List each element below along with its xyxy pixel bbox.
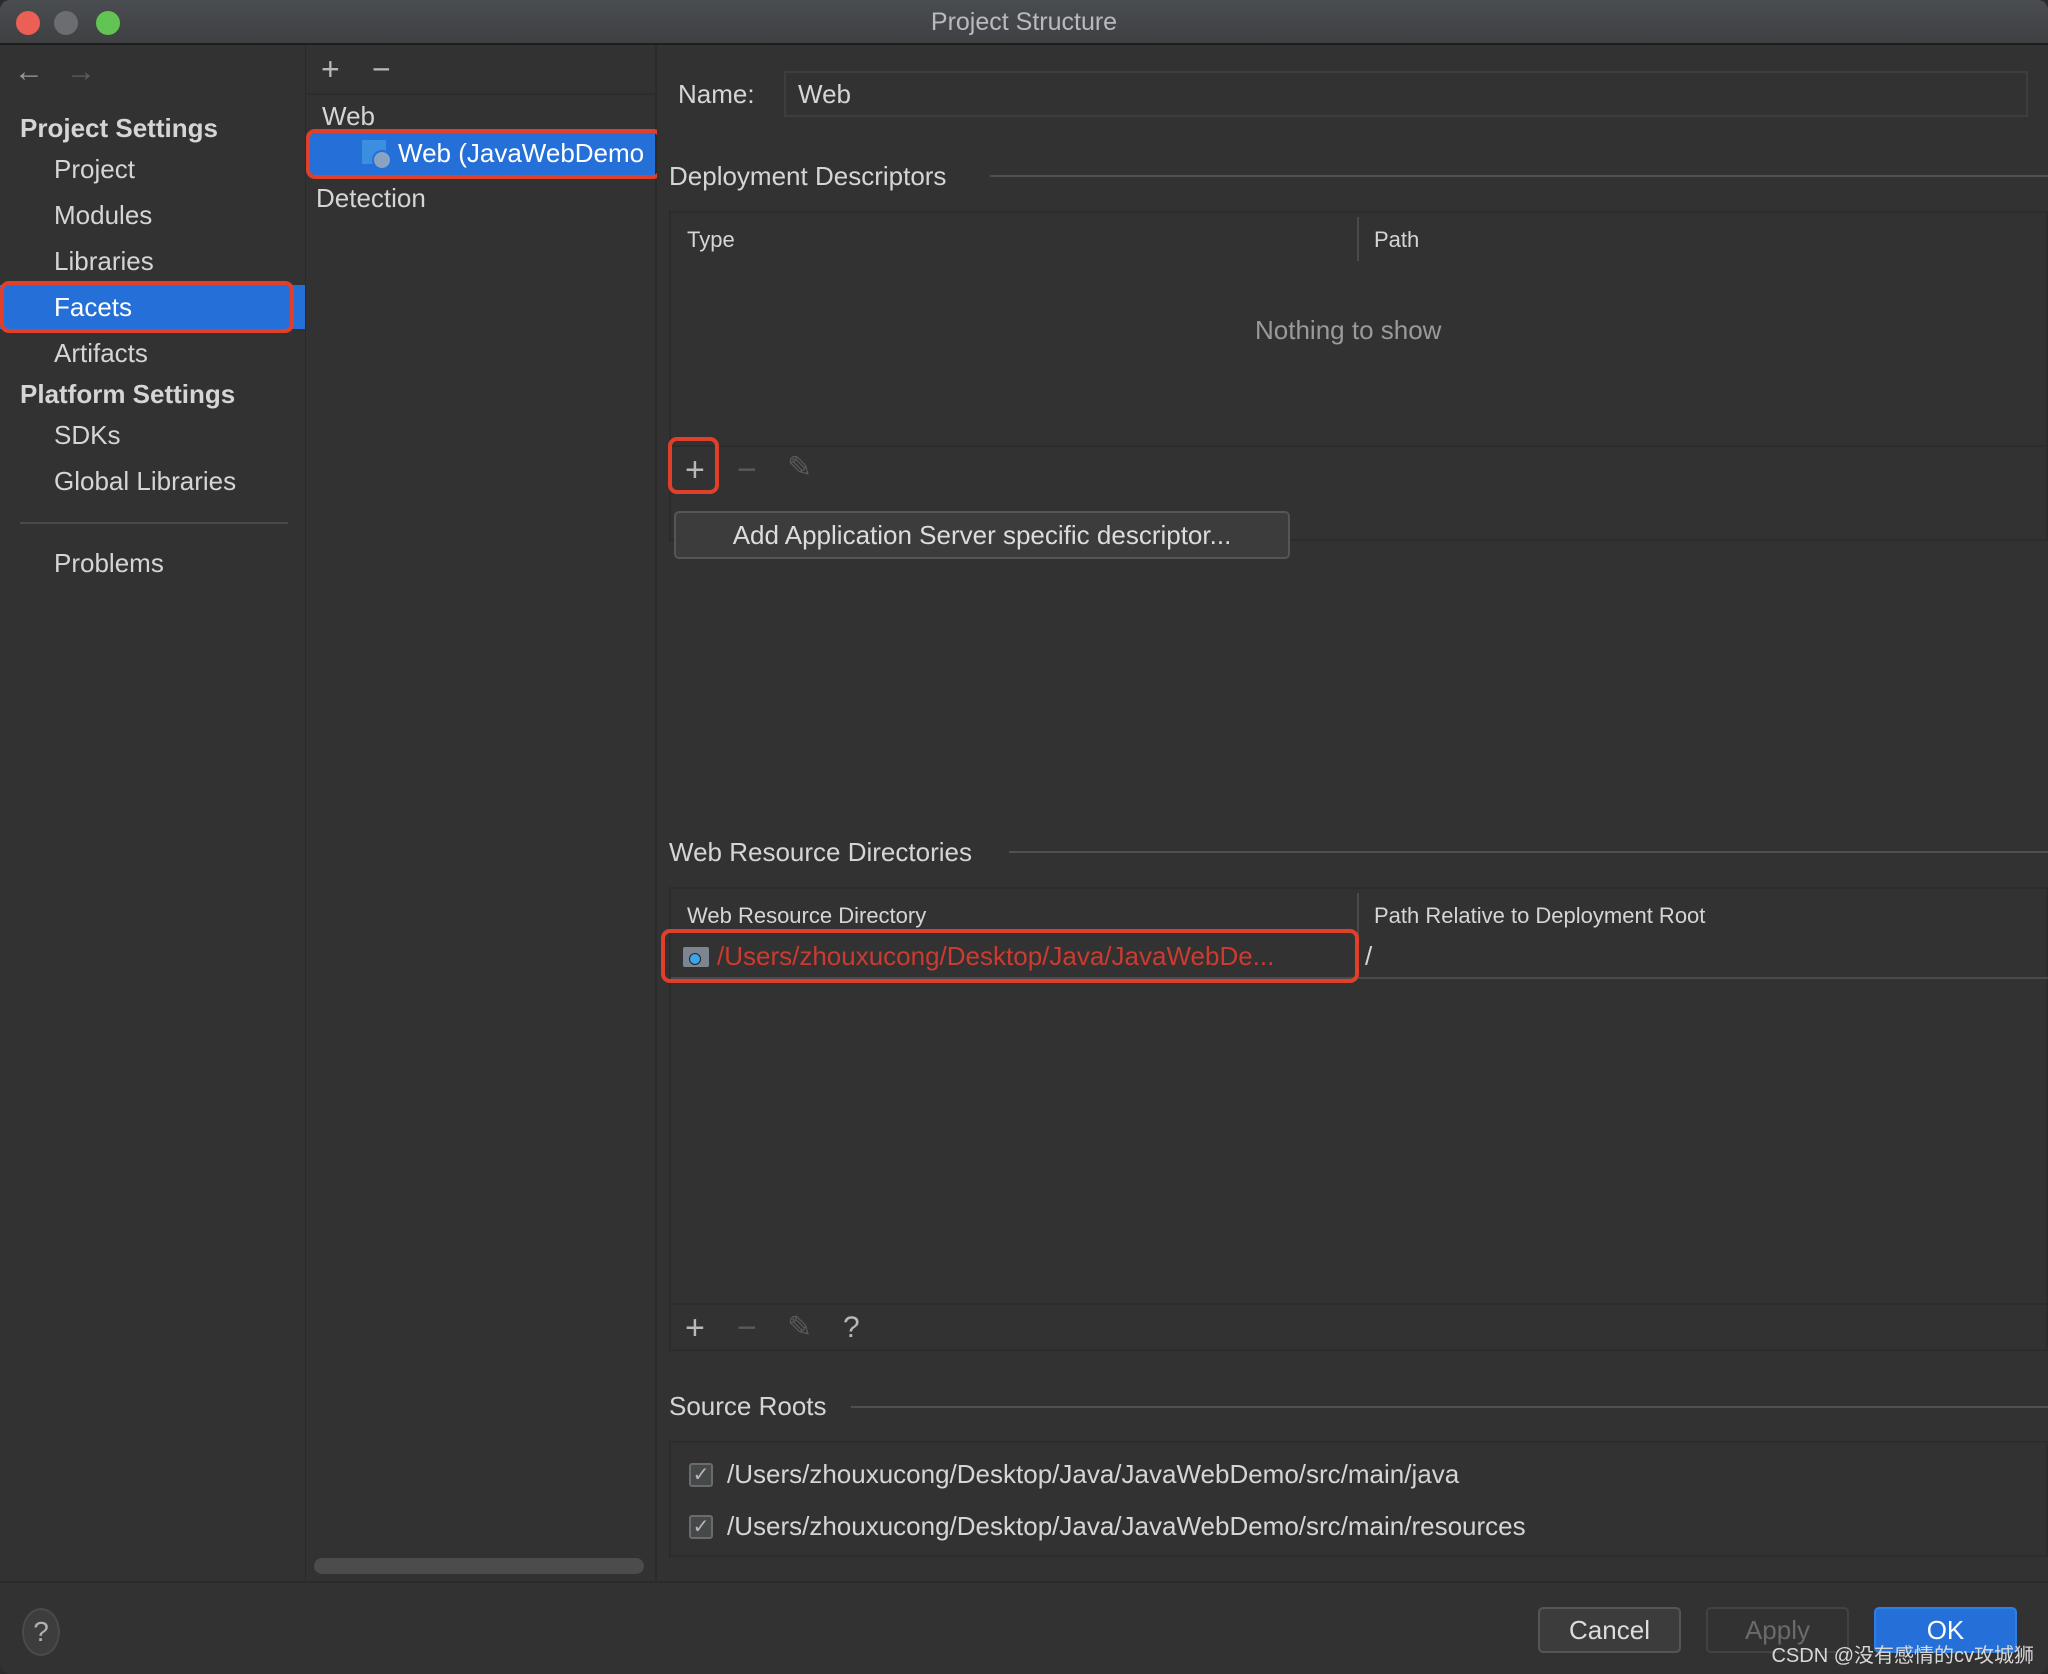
tree-node-web-javawebdemo[interactable]: Web (JavaWebDemo bbox=[310, 132, 655, 175]
add-web-resource-button[interactable]: + bbox=[685, 1311, 705, 1345]
sidebar-item-label: Modules bbox=[54, 200, 153, 230]
facets-toolbar: + − bbox=[306, 45, 655, 95]
web-resource-directories-table: Web Resource Directory Path Relative to … bbox=[669, 887, 2048, 1351]
add-facet-button[interactable]: + bbox=[321, 53, 340, 85]
tree-node-label: Web (JavaWebDemo bbox=[398, 138, 645, 168]
sidebar-item-modules[interactable]: Modules bbox=[0, 193, 300, 237]
facets-tree-panel: + − Web Web (JavaWebDemo Detection bbox=[306, 45, 662, 1581]
sidebar-item-facets[interactable]: Facets bbox=[0, 285, 292, 329]
empty-table-text: Nothing to show bbox=[1255, 315, 1442, 345]
dialog-footer: ? Cancel Apply OK CSDN @没有感情的cv攻城狮 bbox=[0, 1581, 2048, 1674]
web-resources-toolbar: + − ✎ ? bbox=[671, 1303, 2048, 1353]
deployment-toolbar: + − ✎ bbox=[671, 445, 2048, 497]
arrow-right-icon[interactable]: → bbox=[66, 55, 96, 89]
deployment-descriptors-table: Type Path Nothing to show + − ✎ bbox=[669, 211, 2048, 541]
web-resource-directories-heading: Web Resource Directories bbox=[669, 837, 972, 867]
name-label: Name: bbox=[678, 79, 755, 109]
source-root-checkbox[interactable]: ✓ bbox=[689, 1463, 713, 1487]
name-field[interactable] bbox=[784, 71, 2028, 117]
remove-facet-button[interactable]: − bbox=[372, 53, 391, 85]
source-roots-list: ✓ /Users/zhouxucong/Desktop/Java/JavaWeb… bbox=[669, 1441, 2048, 1557]
selection-indicator bbox=[292, 285, 305, 329]
source-root-path: /Users/zhouxucong/Desktop/Java/JavaWebDe… bbox=[727, 1459, 1460, 1489]
sidebar-item-label: SDKs bbox=[54, 420, 121, 450]
web-folder-icon bbox=[683, 947, 709, 967]
section-divider bbox=[1009, 851, 2048, 853]
help-button[interactable]: ? bbox=[22, 1608, 60, 1656]
source-root-path: /Users/zhouxucong/Desktop/Java/JavaWebDe… bbox=[727, 1511, 1526, 1541]
sidebar-divider bbox=[20, 522, 288, 524]
add-server-descriptor-button[interactable]: Add Application Server specific descript… bbox=[674, 511, 1290, 559]
settings-sidebar: ← → Project Settings Project Modules Lib… bbox=[0, 45, 306, 1581]
sidebar-item-libraries[interactable]: Libraries bbox=[0, 239, 300, 283]
globe-icon bbox=[372, 150, 392, 170]
deployment-descriptors-heading: Deployment Descriptors bbox=[669, 161, 947, 191]
sidebar-item-label: Libraries bbox=[54, 246, 154, 276]
tree-node-web[interactable]: Web bbox=[322, 101, 375, 132]
column-divider[interactable] bbox=[1357, 217, 1359, 261]
add-descriptor-button[interactable]: + bbox=[685, 453, 705, 487]
section-divider bbox=[990, 175, 2048, 177]
sidebar-item-label: Problems bbox=[54, 548, 164, 578]
edit-web-resource-button[interactable]: ✎ bbox=[787, 1313, 812, 1343]
column-divider[interactable] bbox=[1357, 893, 1359, 937]
cancel-button[interactable]: Cancel bbox=[1538, 1607, 1681, 1653]
column-header-relative-path[interactable]: Path Relative to Deployment Root bbox=[1374, 903, 1705, 929]
source-roots-heading: Source Roots bbox=[669, 1391, 827, 1421]
sidebar-item-label: Project bbox=[54, 154, 135, 184]
web-resource-directory-path: /Users/zhouxucong/Desktop/Java/JavaWebDe… bbox=[717, 941, 1275, 971]
window-title: Project Structure bbox=[930, 8, 1118, 36]
column-header-type[interactable]: Type bbox=[687, 227, 735, 253]
sidebar-item-project[interactable]: Project bbox=[0, 147, 300, 191]
source-root-checkbox[interactable]: ✓ bbox=[689, 1515, 713, 1539]
sidebar-item-sdks[interactable]: SDKs bbox=[0, 413, 300, 457]
project-structure-dialog: Project Structure ← → Project Settings P… bbox=[0, 0, 2048, 1674]
remove-descriptor-button[interactable]: − bbox=[737, 453, 757, 487]
name-input[interactable] bbox=[786, 73, 2026, 116]
sidebar-item-global-libraries[interactable]: Global Libraries bbox=[0, 459, 300, 503]
help-icon[interactable]: ? bbox=[843, 1313, 860, 1343]
table-row[interactable]: /Users/zhouxucong/Desktop/Java/JavaWebDe… bbox=[671, 937, 2048, 979]
tree-node-detection[interactable]: Detection bbox=[316, 183, 426, 214]
sidebar-item-label: Global Libraries bbox=[54, 466, 237, 496]
section-divider bbox=[851, 1406, 2048, 1408]
title-bar: Project Structure bbox=[0, 0, 2048, 45]
facet-settings-panel: Name: Deployment Descriptors Type Path N… bbox=[657, 45, 2048, 1581]
group-platform-settings: Platform Settings bbox=[20, 379, 236, 409]
edit-descriptor-button[interactable]: ✎ bbox=[787, 453, 812, 483]
remove-web-resource-button[interactable]: − bbox=[737, 1311, 757, 1345]
watermark: CSDN @没有感情的cv攻城狮 bbox=[1771, 1645, 2034, 1667]
column-header-path[interactable]: Path bbox=[1374, 227, 1419, 253]
column-header-web-resource-directory[interactable]: Web Resource Directory bbox=[687, 903, 926, 929]
sidebar-item-artifacts[interactable]: Artifacts bbox=[0, 331, 300, 375]
arrow-left-icon[interactable]: ← bbox=[14, 55, 44, 89]
sidebar-item-label: Facets bbox=[54, 292, 133, 322]
sidebar-item-label: Artifacts bbox=[54, 338, 148, 368]
sidebar-item-problems[interactable]: Problems bbox=[0, 541, 300, 585]
group-project-settings: Project Settings bbox=[20, 113, 218, 143]
horizontal-scrollbar[interactable] bbox=[314, 1558, 644, 1574]
relative-path-value: / bbox=[1365, 941, 1373, 971]
